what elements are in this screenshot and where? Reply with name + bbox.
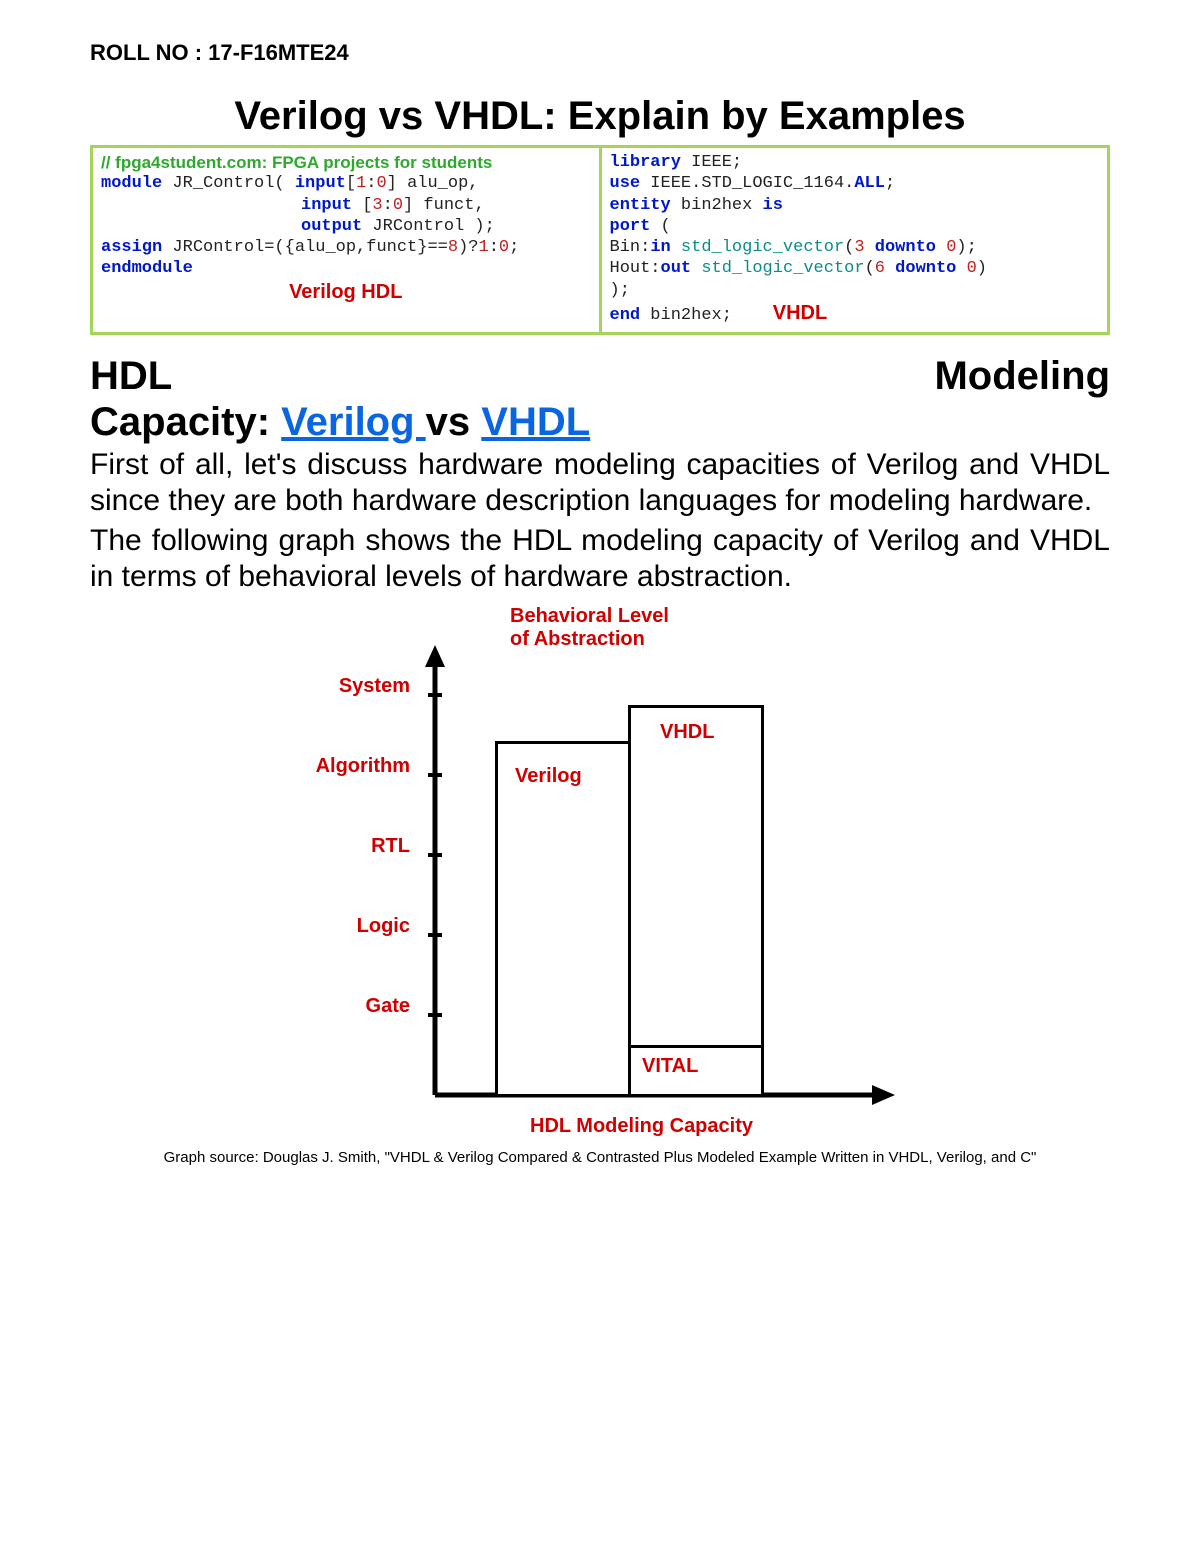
t: )	[977, 259, 987, 278]
n: 0	[376, 174, 386, 193]
t: ] funct,	[403, 196, 485, 215]
n: 3	[854, 238, 864, 257]
kw: in	[650, 238, 670, 257]
code-comment: // fpga4student.com: FPGA projects for s…	[101, 152, 591, 173]
y-axis-title-1: Behavioral Level	[510, 605, 669, 628]
n: 6	[875, 259, 885, 278]
kw: output	[301, 217, 362, 236]
paragraph-1: First of all, let's discuss hardware mod…	[90, 447, 1110, 519]
level-rtl: RTL	[290, 835, 410, 915]
vhdl-pane: library IEEE; use IEEE.STD_LOGIC_1164.AL…	[599, 148, 1108, 332]
t: :	[366, 174, 376, 193]
t: Bin:	[610, 238, 651, 257]
kw: downto	[865, 238, 947, 257]
h2-b: Modeling	[934, 354, 1110, 398]
h2-c: Capacity:	[90, 400, 281, 444]
kw: out	[661, 259, 692, 278]
t: (	[650, 217, 670, 236]
n: 1	[478, 238, 488, 257]
n: 0	[499, 238, 509, 257]
kw: assign	[101, 238, 162, 257]
section-heading-line1: HDL Modeling	[90, 353, 1110, 399]
page-title: Verilog vs VHDL: Explain by Examples	[90, 94, 1110, 139]
bar-vhdl-label: VHDL	[660, 721, 714, 744]
n: 3	[372, 196, 382, 215]
kw: is	[763, 196, 783, 215]
section-heading-line2: Capacity: Verilog vs VHDL	[90, 399, 1110, 445]
t: std_logic_vector	[691, 259, 864, 278]
vhdl-label: VHDL	[773, 302, 827, 324]
kw: endmodule	[101, 259, 193, 278]
x-axis-title: HDL Modeling Capacity	[530, 1115, 753, 1138]
kw: downto	[885, 259, 967, 278]
t: std_logic_vector	[671, 238, 844, 257]
bar-verilog-label: Verilog	[515, 765, 582, 788]
h2-a: HDL	[90, 354, 171, 398]
link-vhdl[interactable]: VHDL	[481, 400, 590, 444]
t: [	[352, 196, 372, 215]
level-algorithm: Algorithm	[290, 755, 410, 835]
code-comparison: // fpga4student.com: FPGA projects for s…	[90, 145, 1110, 335]
kw: library	[610, 153, 681, 172]
n: 1	[356, 174, 366, 193]
t: );	[956, 238, 976, 257]
paragraph-2: The following graph shows the HDL modeli…	[90, 523, 1110, 595]
n: 8	[448, 238, 458, 257]
level-gate: Gate	[290, 995, 410, 1075]
t: ] alu_op,	[387, 174, 479, 193]
t: :	[383, 196, 393, 215]
graph-source: Graph source: Douglas J. Smith, "VHDL & …	[90, 1149, 1110, 1166]
kw: input	[295, 174, 346, 193]
t: [	[346, 174, 356, 193]
level-system: System	[290, 675, 410, 755]
hdl-capacity-diagram: Behavioral Level of Abstraction System A…	[290, 605, 910, 1145]
t: (	[865, 259, 875, 278]
n: 0	[946, 238, 956, 257]
n: 0	[393, 196, 403, 215]
kw: input	[301, 196, 352, 215]
t: Hout:	[610, 259, 661, 278]
n: 0	[967, 259, 977, 278]
bar-vhdl	[628, 705, 764, 1097]
t: )?	[458, 238, 478, 257]
t: ;	[509, 238, 519, 257]
kw: port	[610, 217, 651, 236]
h2-vs: vs	[426, 400, 482, 444]
verilog-label: Verilog HDL	[289, 281, 402, 303]
roll-no: ROLL NO : 17-F16MTE24	[90, 40, 1110, 66]
kw: module	[101, 174, 162, 193]
t: (	[844, 238, 854, 257]
bar-verilog	[495, 741, 631, 1097]
kw: entity	[610, 196, 671, 215]
t: ;	[885, 174, 895, 193]
link-verilog[interactable]: Verilog	[281, 400, 426, 444]
verilog-pane: // fpga4student.com: FPGA projects for s…	[93, 148, 599, 332]
t: );	[610, 281, 630, 300]
t: bin2hex	[671, 196, 763, 215]
t: JRControl=({alu_op,funct}==	[162, 238, 448, 257]
t: IEEE.STD_LOGIC_1164.	[640, 174, 854, 193]
y-axis-labels: System Algorithm RTL Logic Gate	[290, 675, 410, 1075]
t: :	[489, 238, 499, 257]
kw: end	[610, 306, 641, 325]
t: bin2hex;	[640, 306, 732, 325]
t: IEEE;	[681, 153, 742, 172]
kw: ALL	[854, 174, 885, 193]
bar-vital-label: VITAL	[642, 1055, 698, 1078]
t: JR_Control(	[162, 174, 295, 193]
kw: use	[610, 174, 641, 193]
t: JRControl );	[362, 217, 495, 236]
level-logic: Logic	[290, 915, 410, 995]
